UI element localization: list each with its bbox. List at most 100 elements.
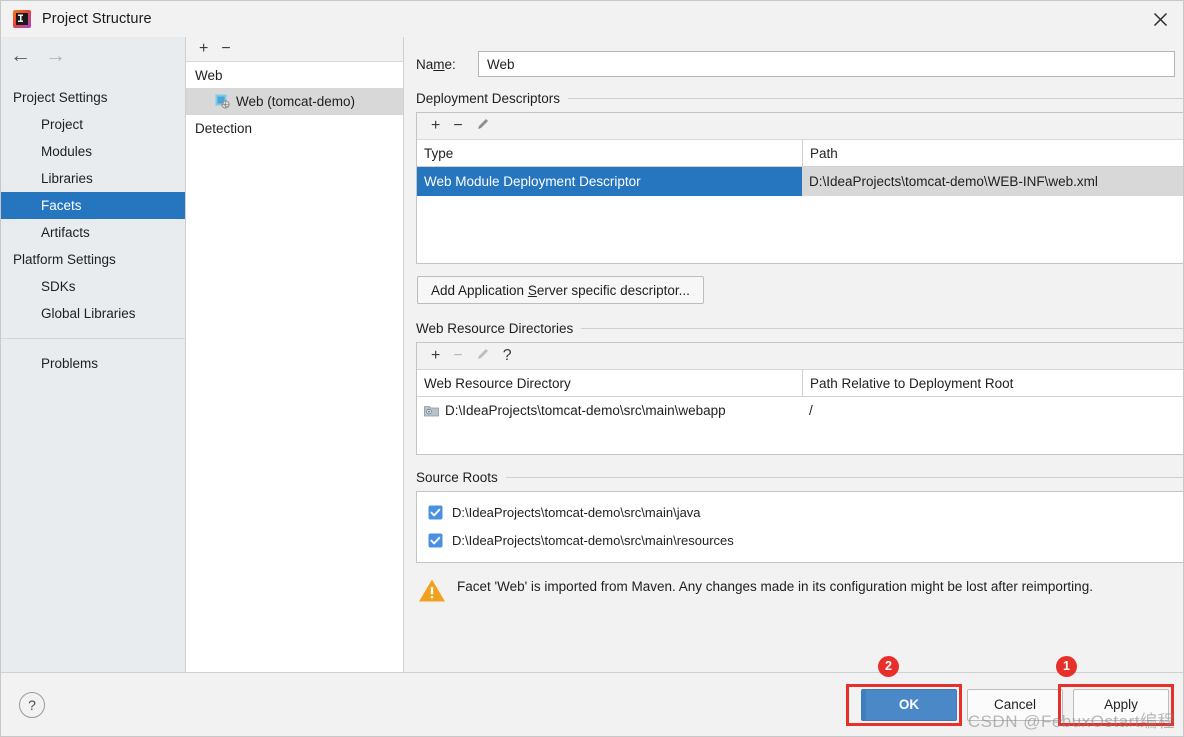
cell-web-resource-directory: D:\IdeaProjects\tomcat-demo\src\main\web… <box>417 397 802 423</box>
edit-descriptor-icon[interactable] <box>476 117 490 135</box>
facet-name-label: Name: <box>416 57 478 72</box>
intellij-idea-icon <box>12 9 32 29</box>
annotation-badge-2: 2 <box>878 655 899 677</box>
web-resource-directories-table-container: + − ? Web Resource Directory Path Relati… <box>416 342 1183 455</box>
sidebar-item-label: Problems <box>41 356 99 371</box>
sidebar-item-list: Project Settings Project Modules Librari… <box>1 74 185 377</box>
sidebar-item-global-libraries[interactable]: Global Libraries <box>1 300 185 327</box>
section-title: Source Roots <box>416 470 498 485</box>
sidebar-item-artifacts[interactable]: Artifacts <box>1 219 185 246</box>
sidebar-item-label: Project <box>41 117 84 132</box>
source-root-path: D:\IdeaProjects\tomcat-demo\src\main\jav… <box>452 504 701 520</box>
table-row[interactable]: Web Module Deployment Descriptor D:\Idea… <box>417 167 1183 196</box>
facet-name-row: Name: <box>416 51 1175 77</box>
web-resource-directories-toolbar: + − ? <box>417 343 1183 370</box>
section-title: Deployment Descriptors <box>416 91 561 106</box>
source-root-checkbox[interactable] <box>428 533 443 548</box>
facet-tree-label: Detection <box>195 120 253 136</box>
cancel-button[interactable]: Cancel <box>967 688 1063 721</box>
sidebar-item-modules[interactable]: Modules <box>1 138 185 165</box>
annotation-box-ok <box>846 683 962 726</box>
back-arrow-icon[interactable]: ← <box>10 45 31 66</box>
sidebar-item-label: Facets <box>41 198 82 213</box>
facet-name-input[interactable] <box>478 51 1175 77</box>
sidebar-item-project[interactable]: Project <box>1 111 185 138</box>
section-title: Web Resource Directories <box>416 321 574 336</box>
facet-tree-node-web[interactable]: Web <box>186 62 403 88</box>
sidebar-item-label: Global Libraries <box>41 306 136 321</box>
section-rule <box>505 477 1183 478</box>
sidebar-item-label: SDKs <box>41 279 76 294</box>
warning-text: Facet 'Web' is imported from Maven. Any … <box>457 579 1093 594</box>
web-resource-directories-section-header: Web Resource Directories <box>416 321 1183 336</box>
sidebar-item-label: Libraries <box>41 171 93 186</box>
sidebar-group-platform-settings: Platform Settings <box>1 246 185 273</box>
section-rule <box>581 328 1183 329</box>
web-resource-header-row: Web Resource Directory Path Relative to … <box>417 370 1183 397</box>
deployment-descriptors-section-header: Deployment Descriptors <box>416 91 1183 106</box>
source-root-checkbox[interactable] <box>428 505 443 520</box>
facet-tree-panel: + − Web Web (tomcat-demo) Detection <box>186 37 404 672</box>
facet-detail-panel: Name: Deployment Descriptors + − Type <box>404 37 1183 672</box>
forward-arrow-icon[interactable]: → <box>45 45 66 66</box>
window-title: Project Structure <box>42 11 152 27</box>
button-label: Cancel <box>993 697 1037 712</box>
remove-descriptor-icon[interactable]: − <box>453 118 462 134</box>
deployment-descriptors-empty-area <box>417 196 1183 263</box>
remove-facet-icon[interactable]: − <box>221 41 230 57</box>
web-module-icon <box>214 93 230 109</box>
table-row[interactable]: D:\IdeaProjects\tomcat-demo\src\main\web… <box>417 397 1183 423</box>
cell-relative-path: / <box>809 402 813 418</box>
add-descriptor-icon[interactable]: + <box>431 118 440 134</box>
list-item[interactable]: D:\IdeaProjects\tomcat-demo\src\main\res… <box>417 526 1183 554</box>
edit-web-resource-icon[interactable] <box>476 347 490 365</box>
maven-import-warning: Facet 'Web' is imported from Maven. Any … <box>418 576 1183 603</box>
sidebar-item-label: Artifacts <box>41 225 90 240</box>
source-roots-list: D:\IdeaProjects\tomcat-demo\src\main\jav… <box>416 491 1183 563</box>
facet-tree: Web Web (tomcat-demo) Detection <box>186 62 403 672</box>
facet-tree-label: Web <box>195 67 223 83</box>
add-facet-icon[interactable]: + <box>199 41 208 57</box>
facet-tree-node-web-tomcat-demo[interactable]: Web (tomcat-demo) <box>186 88 403 114</box>
help-button[interactable]: ? <box>19 691 45 718</box>
column-header-relative-path[interactable]: Path Relative to Deployment Root <box>802 370 1183 396</box>
add-application-server-descriptor-button[interactable]: Add Application Server specific descript… <box>417 276 704 304</box>
sidebar-item-sdks[interactable]: SDKs <box>1 273 185 300</box>
list-item[interactable]: D:\IdeaProjects\tomcat-demo\src\main\jav… <box>417 498 1183 526</box>
column-header-web-resource-directory[interactable]: Web Resource Directory <box>417 370 802 396</box>
folder-web-icon <box>424 404 439 417</box>
facet-name-label-text: Name: <box>416 56 456 72</box>
cell-descriptor-type: Web Module Deployment Descriptor <box>417 167 802 196</box>
warning-triangle-icon <box>418 578 446 603</box>
close-button[interactable] <box>1137 1 1183 37</box>
settings-sidebar: ← → Project Settings Project Modules Lib… <box>1 37 186 672</box>
source-root-path: D:\IdeaProjects\tomcat-demo\src\main\res… <box>452 532 734 548</box>
add-web-resource-icon[interactable]: + <box>431 348 440 364</box>
column-header-type[interactable]: Type <box>417 140 802 166</box>
sidebar-item-label: Modules <box>41 144 93 159</box>
deployment-descriptors-table-container: + − Type Path Web Module Deployment Desc… <box>416 112 1183 264</box>
remove-web-resource-icon[interactable]: − <box>453 348 462 364</box>
sidebar-item-label: Project Settings <box>13 90 108 105</box>
cell-descriptor-path: D:\IdeaProjects\tomcat-demo\WEB-INF\web.… <box>802 167 1183 196</box>
web-resource-empty-area <box>417 423 1183 454</box>
deployment-descriptors-toolbar: + − <box>417 113 1183 140</box>
facet-toolbar: + − <box>186 37 403 62</box>
column-header-path[interactable]: Path <box>802 140 1183 166</box>
annotation-badge-1: 1 <box>1056 655 1077 677</box>
help-web-resource-icon[interactable]: ? <box>503 348 512 364</box>
help-icon: ? <box>28 696 36 713</box>
deployment-descriptors-header-row: Type Path <box>417 140 1183 167</box>
sidebar-item-facets[interactable]: Facets <box>1 192 185 219</box>
sidebar-item-label: Platform Settings <box>13 252 116 267</box>
section-rule <box>568 98 1183 99</box>
apply-button-wrapper: Apply 1 <box>1056 655 1174 726</box>
sidebar-divider <box>1 338 185 339</box>
title-bar: Project Structure <box>1 1 1183 37</box>
project-structure-dialog: Project Structure ← → Project Settings P… <box>0 0 1184 737</box>
source-roots-section-header: Source Roots <box>416 470 1183 485</box>
sidebar-group-project-settings: Project Settings <box>1 84 185 111</box>
sidebar-item-problems[interactable]: Problems <box>1 350 185 377</box>
sidebar-item-libraries[interactable]: Libraries <box>1 165 185 192</box>
facet-tree-node-detection[interactable]: Detection <box>186 115 403 141</box>
